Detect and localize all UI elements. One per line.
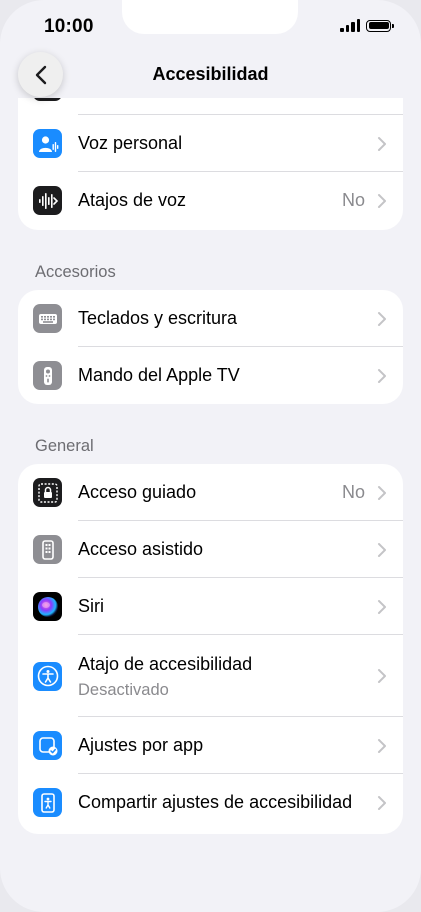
accessibility-icon bbox=[33, 661, 62, 691]
row-label: Compartir ajustes de accesibilidad bbox=[78, 792, 353, 812]
person-waveform-icon bbox=[33, 129, 62, 158]
row-label: Mando del Apple TV bbox=[78, 365, 240, 385]
section-header-general: General bbox=[35, 437, 94, 455]
row-label: Teclados y escritura bbox=[78, 308, 238, 328]
share-accessibility-icon bbox=[33, 788, 62, 817]
status-time: 10:00 bbox=[44, 16, 94, 37]
section-header-accessories: Accesorios bbox=[35, 263, 116, 281]
row-keyboards[interactable]: Teclados y escritura bbox=[18, 290, 403, 347]
row-value: No bbox=[341, 482, 365, 502]
row-value: No bbox=[341, 190, 365, 210]
status-bar: 10:00 bbox=[0, 0, 421, 54]
settings-group-accessories: Teclados y escritura Mando del Apple TV bbox=[18, 290, 403, 404]
row-siri[interactable]: Siri bbox=[18, 578, 403, 635]
chevron-right-icon bbox=[378, 599, 386, 614]
chevron-right-icon bbox=[378, 669, 386, 683]
chevron-right-icon bbox=[378, 311, 386, 326]
status-icons bbox=[340, 19, 394, 32]
assistive-access-icon bbox=[33, 535, 62, 564]
cellular-signal-icon bbox=[340, 19, 360, 32]
row-label: Atajos de voz bbox=[78, 190, 187, 210]
battery-icon bbox=[366, 19, 394, 32]
row-accessibility-shortcut[interactable]: Atajo de accesibilidad Desactivado bbox=[18, 635, 403, 717]
waveform-icon bbox=[33, 186, 62, 215]
phone-screen: 10:00 Voz personal Atajos de voz No Acce… bbox=[0, 0, 421, 912]
row-per-app-settings[interactable]: Ajustes por app bbox=[18, 717, 403, 774]
row-personal-voice[interactable]: Voz personal bbox=[18, 115, 403, 172]
row-vocal-shortcuts[interactable]: Atajos de voz No bbox=[18, 172, 403, 229]
row-label: Acceso asistido bbox=[78, 539, 204, 559]
siri-icon bbox=[33, 592, 62, 621]
settings-group-general: Acceso guiado No Acceso asistido Siri At… bbox=[18, 464, 403, 834]
chevron-right-icon bbox=[378, 193, 386, 208]
row-share-accessibility-settings[interactable]: Compartir ajustes de accesibilidad bbox=[18, 774, 403, 831]
per-app-settings-icon bbox=[33, 731, 62, 760]
chevron-right-icon bbox=[378, 485, 386, 500]
row-sublabel: Desactivado bbox=[78, 681, 169, 699]
page-title: Accesibilidad bbox=[152, 64, 269, 84]
row-apple-tv-remote[interactable]: Mando del Apple TV bbox=[18, 347, 403, 404]
chevron-right-icon bbox=[378, 368, 386, 383]
row-label: Siri bbox=[78, 596, 104, 616]
row-label: Acceso guiado bbox=[78, 482, 197, 502]
row-label: Atajo de accesibilidad bbox=[78, 654, 253, 674]
row-label: Ajustes por app bbox=[78, 735, 204, 755]
chevron-right-icon bbox=[378, 136, 386, 151]
remote-icon bbox=[33, 361, 62, 390]
navigation-bar: Accesibilidad bbox=[0, 50, 421, 98]
chevron-right-icon bbox=[378, 795, 386, 810]
lock-icon bbox=[33, 478, 62, 507]
keyboard-icon bbox=[33, 304, 62, 333]
row-label: Voz personal bbox=[78, 133, 183, 153]
row-assistive-access[interactable]: Acceso asistido bbox=[18, 521, 403, 578]
chevron-right-icon bbox=[378, 542, 386, 557]
chevron-right-icon bbox=[378, 738, 386, 753]
row-guided-access[interactable]: Acceso guiado No bbox=[18, 464, 403, 521]
